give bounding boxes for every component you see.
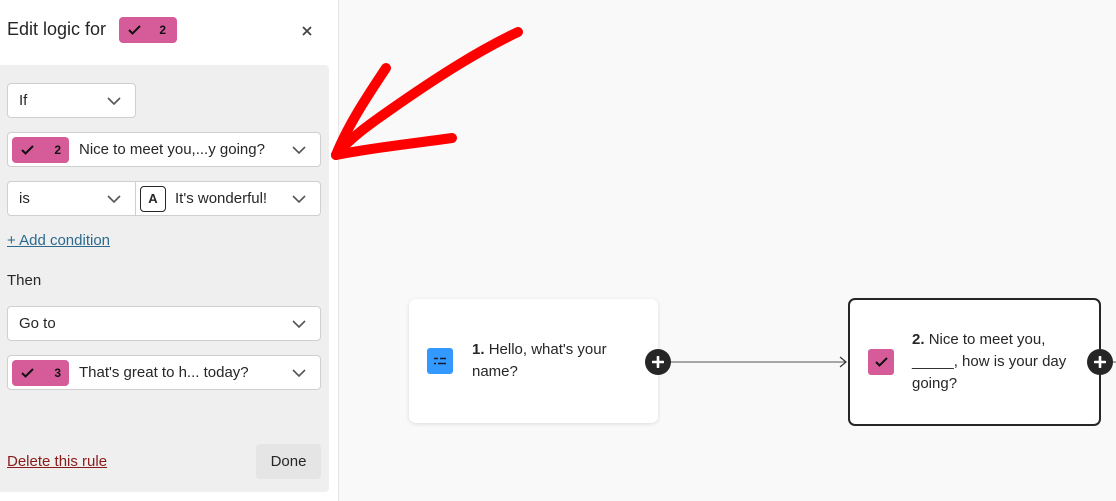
question-node-text: 2. Nice to meet you, _____, how is your … xyxy=(912,329,1092,395)
checkmark-icon xyxy=(128,25,141,35)
add-after-node-1-button[interactable] xyxy=(645,349,671,375)
node-connector xyxy=(658,356,847,368)
question-node-title: Hello, what's your name? xyxy=(472,341,607,380)
delete-rule-link[interactable]: Delete this rule xyxy=(7,453,107,470)
checkmark-icon xyxy=(21,144,34,155)
plus-icon xyxy=(1094,356,1106,368)
close-button[interactable] xyxy=(298,22,316,40)
question-node-number: 2. xyxy=(912,331,925,348)
condition-keyword-value: If xyxy=(19,92,28,109)
answer-value-select[interactable]: A It's wonderful! xyxy=(135,181,321,216)
plus-icon xyxy=(652,356,664,368)
target-question-badge: 3 xyxy=(12,359,69,386)
chevron-down-icon xyxy=(292,145,306,154)
question-select-value: Nice to meet you,...y going? xyxy=(79,141,265,158)
rule-panel: If 2 Nice to meet you,...y going? is A I… xyxy=(0,65,329,492)
question-badge-number: 2 xyxy=(54,142,61,157)
chevron-down-icon xyxy=(107,194,121,203)
logic-sidebar: Edit logic for 2 If 2 Nice to meet you,.… xyxy=(0,0,339,501)
checkmark-icon xyxy=(868,349,894,375)
question-node-text: 1. Hello, what's your name? xyxy=(472,339,642,383)
annotation-arrow-icon xyxy=(331,27,523,160)
question-select[interactable]: 2 Nice to meet you,...y going? xyxy=(7,132,321,167)
action-value: Go to xyxy=(19,315,56,332)
question-node-1[interactable]: 1. Hello, what's your name? xyxy=(409,299,658,423)
target-question-number: 3 xyxy=(54,365,61,380)
choice-letter-icon: A xyxy=(140,185,166,212)
done-button[interactable]: Done xyxy=(256,444,321,479)
question-badge-number: 2 xyxy=(159,23,166,37)
then-label: Then xyxy=(7,272,42,289)
close-icon xyxy=(302,26,312,36)
chevron-down-icon xyxy=(292,319,306,328)
operator-select[interactable]: is xyxy=(7,181,136,216)
add-after-node-2-button[interactable] xyxy=(1087,349,1113,375)
action-select[interactable]: Go to xyxy=(7,306,321,341)
chevron-down-icon xyxy=(107,96,121,105)
target-question-select[interactable]: 3 That's great to h... today? xyxy=(7,355,321,390)
condition-row: is A It's wonderful! xyxy=(7,181,321,216)
question-node-2[interactable]: 2. Nice to meet you, _____, how is your … xyxy=(848,298,1101,426)
answer-value: It's wonderful! xyxy=(175,190,268,207)
target-question-value: That's great to h... today? xyxy=(79,364,249,381)
question-badge: 2 xyxy=(12,136,69,163)
chevron-down-icon xyxy=(292,368,306,377)
add-condition-link[interactable]: + Add condition xyxy=(7,232,110,249)
question-badge: 2 xyxy=(119,17,177,43)
question-node-number: 1. xyxy=(472,341,485,358)
condition-keyword-select[interactable]: If xyxy=(7,83,136,118)
operator-value: is xyxy=(19,190,30,207)
sidebar-header: Edit logic for 2 xyxy=(0,0,339,62)
question-node-title: Nice to meet you, _____, how is your day… xyxy=(912,331,1067,392)
chevron-down-icon xyxy=(292,194,306,203)
checkmark-icon xyxy=(21,367,34,378)
sidebar-title: Edit logic for xyxy=(7,19,107,39)
short-text-icon xyxy=(427,348,453,374)
